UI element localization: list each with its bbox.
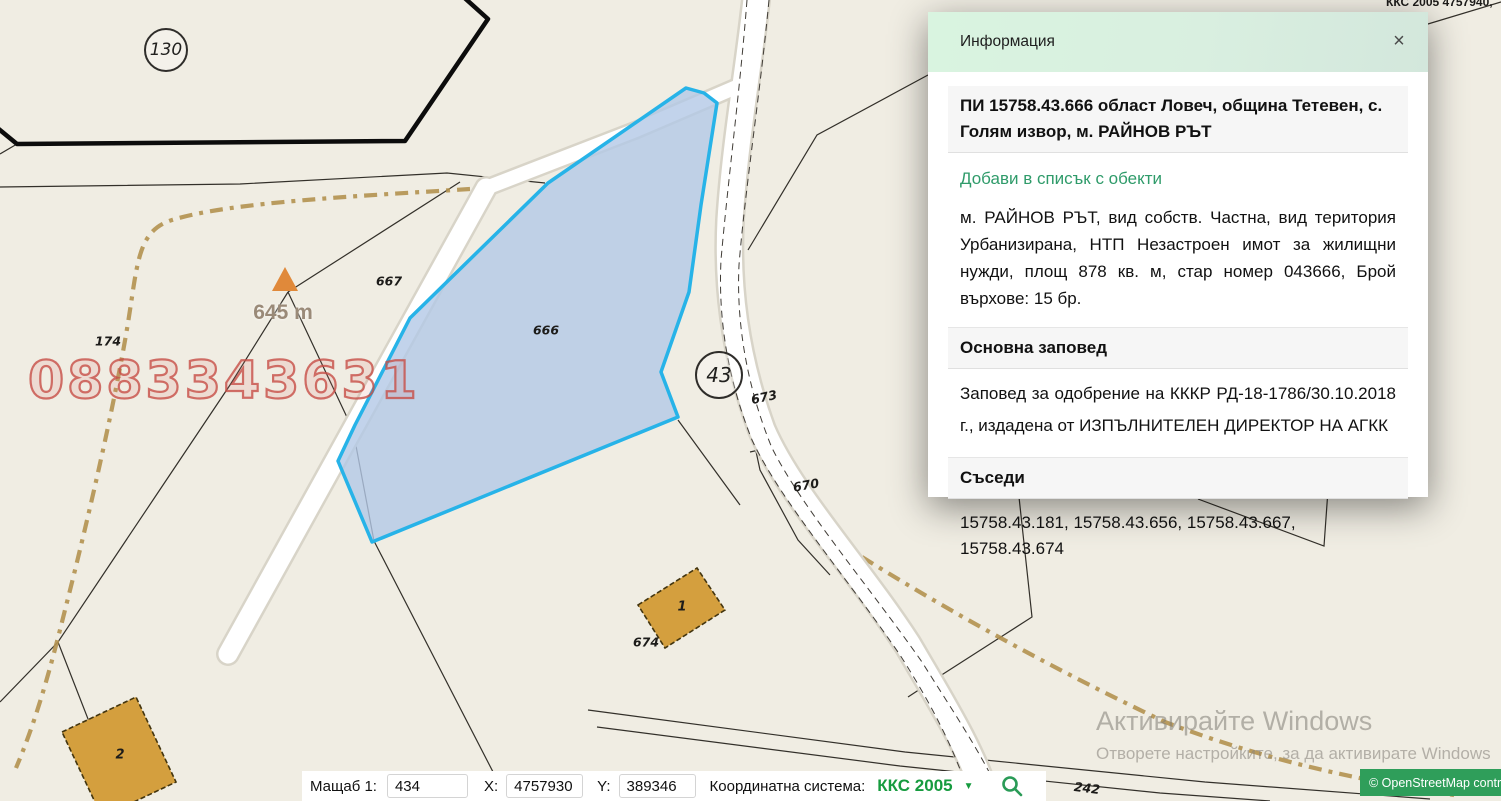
close-icon[interactable]: × <box>1386 28 1412 54</box>
parcel-description: м. РАЙНОВ РЪТ, вид собств. Частна, вид т… <box>960 204 1396 312</box>
parcel-title: ПИ 15758.43.666 област Ловеч, община Тет… <box>948 86 1408 153</box>
windows-activation-subtext: Отворете настройките, за да активирате W… <box>1096 744 1491 764</box>
info-panel-header: Информация × <box>928 12 1428 72</box>
scale-input[interactable] <box>387 774 468 798</box>
add-to-object-list-link[interactable]: Добави в списък с обекти <box>960 166 1162 192</box>
thick-boundary <box>0 0 488 144</box>
y-coordinate-label: Y: <box>597 778 610 795</box>
building-1[interactable] <box>638 568 725 648</box>
app-window: 130 43 667 666 174 673 670 674 1 2 242 6… <box>0 0 1501 801</box>
main-order-header: Основна заповед <box>948 327 1408 369</box>
cursor-coordinates-readout: ККС 2005 4757940, <box>1386 0 1493 9</box>
peak-marker-icon <box>272 267 298 291</box>
parcel-circle-43: 43 <box>695 351 743 399</box>
windows-activation-watermark: Активирайте Windows <box>1096 706 1372 737</box>
buildings <box>62 568 725 801</box>
coordinate-system-label: Координатна система: <box>710 778 866 795</box>
x-coordinate-input[interactable] <box>506 774 583 798</box>
main-order-text: Заповед за одобрение на КККР РД-18-1786/… <box>960 378 1396 442</box>
building-2[interactable] <box>62 697 176 801</box>
info-panel-body: ПИ 15758.43.666 област Ловеч, община Тет… <box>928 86 1428 562</box>
scale-label: Мащаб 1: <box>310 778 377 795</box>
info-panel: Информация × ПИ 15758.43.666 област Лове… <box>928 12 1428 497</box>
selected-parcel-666[interactable] <box>338 88 717 542</box>
y-coordinate-input[interactable] <box>619 774 696 798</box>
search-button[interactable] <box>1000 774 1024 798</box>
x-coordinate-label: X: <box>484 778 498 795</box>
neighbors-list: 15758.43.181, 15758.43.656, 15758.43.667… <box>960 510 1396 562</box>
osm-attribution[interactable]: © OpenStreetMap contributors <box>1360 769 1501 796</box>
chevron-down-icon[interactable]: ▼ <box>964 781 974 792</box>
info-panel-title: Информация <box>928 33 1055 51</box>
neighbors-header: Съседи <box>948 457 1408 499</box>
search-icon <box>1000 774 1024 798</box>
parcel-circle-130: 130 <box>144 28 188 72</box>
map-toolbar: Мащаб 1: X: Y: Координатна система: ККС … <box>302 771 1046 801</box>
coordinate-system-select[interactable]: ККС 2005 <box>877 776 952 796</box>
peak-elevation-label: 645 m <box>253 301 313 325</box>
